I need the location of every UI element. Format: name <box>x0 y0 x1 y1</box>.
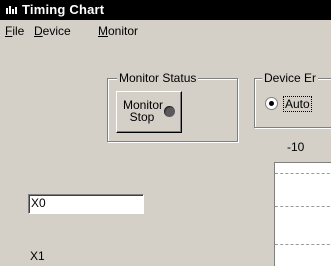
status-led-icon <box>164 106 175 117</box>
monitor-stop-line2: Stop <box>129 110 155 124</box>
title-bar[interactable]: Timing Chart <box>0 0 331 20</box>
timing-chart-app-icon <box>6 6 17 14</box>
device-entry-legend: Device Er <box>262 71 319 85</box>
monitor-status-legend: Monitor Status <box>117 71 199 85</box>
menu-file-label: ile <box>12 24 25 38</box>
timing-chart-window: Timing Chart File Device Monitor Monitor… <box>0 0 331 266</box>
auto-radio-button[interactable] <box>265 97 278 110</box>
timing-chart-area[interactable] <box>274 162 331 266</box>
menu-monitor-accelerator: M <box>98 24 108 38</box>
monitor-stop-button[interactable]: Monitor Stop <box>116 91 182 133</box>
menu-file[interactable]: File <box>5 23 24 39</box>
window-title: Timing Chart <box>22 2 105 17</box>
auto-radio-label: Auto <box>283 96 312 112</box>
menu-monitor[interactable]: Monitor <box>98 23 138 39</box>
chart-gridline <box>275 206 331 207</box>
menu-device-accelerator: D <box>34 24 43 38</box>
monitor-stop-button-label: Monitor Stop <box>123 99 163 124</box>
menu-device-label: evice <box>42 24 71 38</box>
chart-top-tick-label: -10 <box>287 140 305 154</box>
channel-x0-field[interactable]: X0 <box>28 194 144 214</box>
auto-radio-option[interactable]: Auto <box>265 96 331 112</box>
menu-device[interactable]: Device <box>34 23 71 39</box>
menu-bar: File Device Monitor <box>0 20 331 42</box>
radio-selected-dot-icon <box>269 101 274 106</box>
menu-monitor-label: onitor <box>108 24 139 38</box>
chart-gridline <box>275 173 331 174</box>
channel-x1-label: X1 <box>30 249 45 263</box>
chart-gridline <box>275 244 331 245</box>
